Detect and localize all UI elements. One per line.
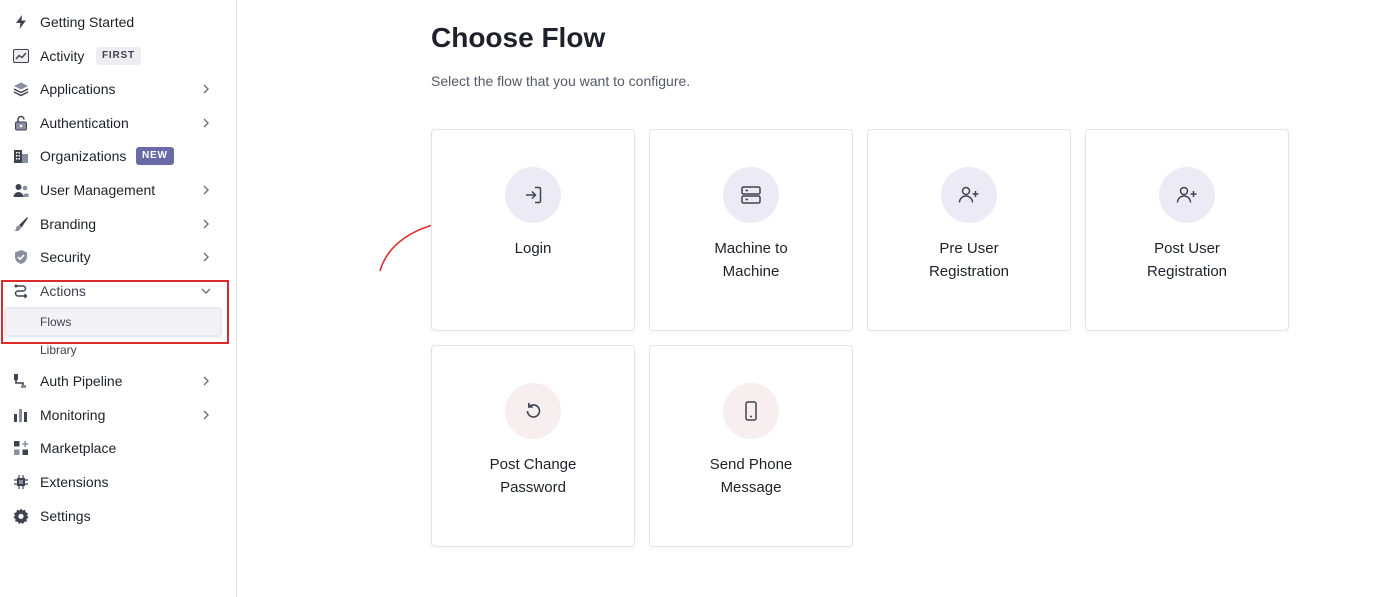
brush-icon [12,215,30,233]
sidebar-item-label: Activity [40,48,85,64]
chevron-right-icon [200,218,212,230]
sidebar-item-label: User Management [40,182,156,198]
sidebar-item-label: Auth Pipeline [40,373,123,389]
actions-icon [12,282,30,300]
flow-card-machine-to-machine[interactable]: Machine to Machine [649,129,853,331]
chevron-right-icon [200,409,212,421]
sidebar-item-label: Applications [40,81,116,97]
user-plus-icon [941,167,997,223]
grid-plus-icon [12,439,30,457]
sidebar-item-authentication[interactable]: Authentication [0,108,236,138]
sidebar-item-label: Organizations [40,148,127,164]
flow-card-label: Post User Registration [1146,240,1228,280]
flow-card-label: Machine to Machine [714,240,788,280]
sidebar-item-auth-pipeline[interactable]: Auth Pipeline [0,366,236,396]
building-icon [12,147,30,165]
page-subtitle: Select the flow that you want to configu… [431,73,691,89]
sidebar: Getting Started Activity FIRST Applicati… [0,0,237,597]
sidebar-subitem-flows[interactable] [4,307,222,337]
flow-card-post-user-registration[interactable]: Post User Registration [1085,129,1289,331]
layers-icon [12,80,30,98]
sidebar-item-organizations[interactable]: Organizations NEW [0,141,236,171]
flow-card-label: Send Phone Message [709,456,793,496]
lock-icon [12,114,30,132]
sidebar-item-label: Getting Started [40,14,135,30]
chevron-right-icon [200,83,212,95]
sidebar-item-security[interactable]: Security [0,242,236,272]
users-icon [12,181,30,199]
sidebar-item-monitoring[interactable]: Monitoring [0,400,236,430]
flow-card-label: Post Change Password [489,456,577,496]
bar-chart-icon [12,406,30,424]
sidebar-subitem-label-flows[interactable]: Flows [40,315,71,329]
gear-icon [12,507,30,525]
chevron-right-icon [200,184,212,196]
sidebar-item-actions[interactable]: Actions [0,276,236,306]
sidebar-item-label: Security [40,249,91,265]
sidebar-item-label: Marketplace [40,440,117,456]
new-badge: NEW [136,147,174,165]
flow-card-login[interactable]: Login [431,129,635,331]
sidebar-item-label: Actions [40,283,86,299]
first-badge: FIRST [96,47,141,65]
user-plus-icon [1159,167,1215,223]
sidebar-subitem-library[interactable]: Library [40,343,77,357]
sidebar-item-extensions[interactable]: Extensions [0,467,236,497]
smartphone-icon [723,383,779,439]
activity-chart-icon [12,47,30,65]
sidebar-item-user-management[interactable]: User Management [0,175,236,205]
chevron-right-icon [200,251,212,263]
flow-card-label: Pre User Registration [928,240,1010,280]
chevron-right-icon [200,117,212,129]
sidebar-item-applications[interactable]: Applications [0,74,236,104]
rotate-ccw-icon [505,383,561,439]
sidebar-item-activity[interactable]: Activity FIRST [0,41,236,71]
server-icon [723,167,779,223]
sidebar-item-label: Branding [40,216,97,232]
flow-card-send-phone-message[interactable]: Send Phone Message [649,345,853,547]
flow-card-pre-user-registration[interactable]: Pre User Registration [867,129,1071,331]
page-title: Choose Flow [431,22,606,53]
lightning-icon [12,13,30,31]
sidebar-item-marketplace[interactable]: Marketplace [0,433,236,463]
sidebar-item-label: Extensions [40,474,109,490]
sidebar-item-settings[interactable]: Settings [0,501,236,531]
pipeline-icon [12,372,30,390]
sidebar-item-getting-started[interactable]: Getting Started [0,7,236,37]
sidebar-item-branding[interactable]: Branding [0,209,236,239]
chevron-right-icon [200,375,212,387]
login-icon [505,167,561,223]
flow-card-label: Login [514,240,552,257]
chip-icon [12,473,30,491]
chevron-down-icon [200,285,212,297]
sidebar-item-label: Monitoring [40,407,106,423]
flow-card-post-change-password[interactable]: Post Change Password [431,345,635,547]
shield-check-icon [12,248,30,266]
sidebar-item-label: Settings [40,508,91,524]
sidebar-item-label: Authentication [40,115,129,131]
